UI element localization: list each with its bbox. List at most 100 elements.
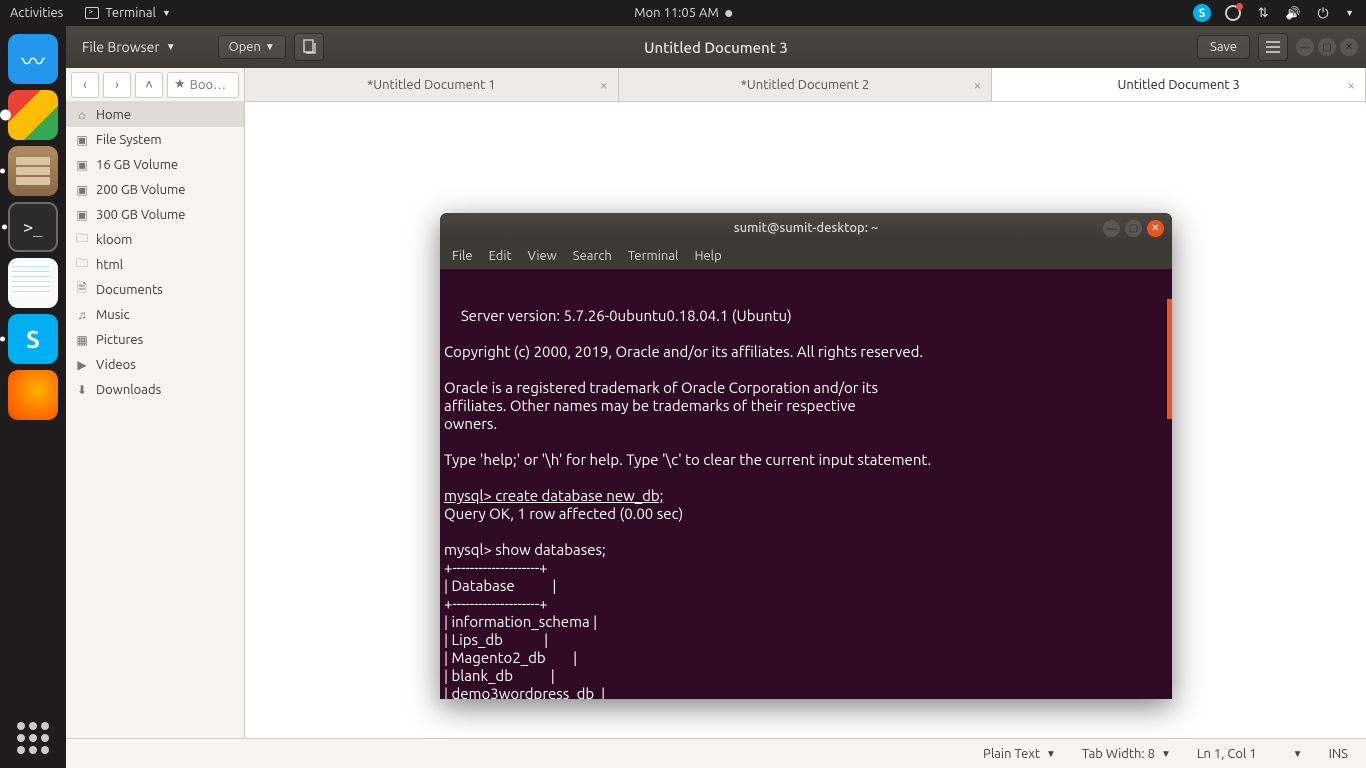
- side-item-16-gb-volume[interactable]: ▣16 GB Volume: [66, 152, 244, 177]
- download-icon: ⬇: [74, 382, 90, 398]
- network-tray-icon[interactable]: [1255, 5, 1271, 21]
- open-button[interactable]: Open▼: [218, 35, 286, 59]
- dock-docker[interactable]: 〰: [8, 34, 58, 84]
- dock-files[interactable]: [8, 146, 58, 196]
- new-document-button[interactable]: [294, 33, 324, 61]
- side-panel: ‹ › ˄ ★ Boo… ⌂Home▣File System▣16 GB Vol…: [66, 68, 245, 738]
- dock-text-editor[interactable]: [8, 258, 58, 308]
- side-item-label: kloom: [96, 233, 132, 247]
- side-item-downloads[interactable]: ⬇ Downloads: [66, 377, 244, 402]
- terminal-menu-help[interactable]: Help: [694, 249, 721, 263]
- maximize-button[interactable]: ▢: [1318, 38, 1336, 56]
- tab-close-icon[interactable]: ×: [1347, 77, 1355, 93]
- notification-dot-icon: [725, 10, 732, 17]
- terminal-indicator-icon: [85, 7, 99, 19]
- side-item-documents[interactable]: 🗎Documents: [66, 277, 244, 302]
- chevron-down-icon: ▼: [265, 41, 275, 53]
- tab-bar: *Untitled Document 1×*Untitled Document …: [245, 68, 1366, 102]
- app-menu-chevron-icon[interactable]: ▼: [162, 8, 171, 18]
- terminal-close-button[interactable]: ✕: [1147, 220, 1164, 237]
- tab[interactable]: *Untitled Document 1×: [245, 68, 619, 101]
- tab-label: *Untitled Document 2: [741, 78, 870, 92]
- clock[interactable]: Mon 11:05 AM: [634, 6, 719, 20]
- terminal-body[interactable]: Server version: 5.7.26-0ubuntu0.18.04.1 …: [440, 269, 1172, 699]
- side-item-videos[interactable]: ▶Videos: [66, 352, 244, 377]
- close-button[interactable]: ✕: [1340, 38, 1358, 56]
- tab-label: Untitled Document 3: [1118, 78, 1240, 92]
- pic-icon: ▦: [74, 332, 90, 348]
- tab-close-icon[interactable]: ×: [600, 77, 608, 93]
- terminal-menu-view[interactable]: View: [528, 249, 557, 263]
- terminal-titlebar[interactable]: sumit@sumit-desktop: ~ — ▢ ✕: [440, 213, 1172, 243]
- gedit-headerbar: File Browser ▼ Open▼ Untitled Document 3…: [66, 26, 1366, 68]
- side-item-label: 16 GB Volume: [96, 158, 178, 172]
- side-item-label: Documents: [96, 283, 163, 297]
- tab[interactable]: Untitled Document 3 ×: [992, 68, 1366, 101]
- terminal-menu-terminal[interactable]: Terminal: [628, 249, 679, 263]
- top-panel: Activities Terminal ▼ Mon 11:05 AM S ▼: [0, 0, 1366, 26]
- side-item-kloom[interactable]: 🗀kloom: [66, 227, 244, 252]
- terminal-menu-edit[interactable]: Edit: [489, 249, 512, 263]
- side-item-label: File System: [96, 133, 162, 147]
- save-button[interactable]: Save: [1197, 35, 1250, 59]
- side-item-label: 200 GB Volume: [96, 183, 185, 197]
- system-menu-chevron-icon[interactable]: ▼: [1345, 8, 1354, 18]
- side-item-label: Pictures: [96, 333, 143, 347]
- chevron-down-icon: ▼: [166, 41, 176, 53]
- folder-icon: 🗀: [74, 257, 90, 273]
- activities-button[interactable]: Activities: [10, 6, 63, 20]
- side-item-label: Music: [96, 308, 130, 322]
- dock-chrome[interactable]: [8, 90, 58, 140]
- side-item-label: Home: [96, 108, 131, 122]
- active-app-label[interactable]: Terminal: [105, 6, 156, 20]
- hamburger-icon: [1266, 41, 1280, 53]
- disk-icon: ▣: [74, 182, 90, 198]
- nav-back-button[interactable]: ‹: [71, 72, 99, 98]
- side-item-pictures[interactable]: ▦ Pictures: [66, 327, 244, 352]
- disk-icon: ▣: [74, 207, 90, 223]
- terminal-maximize-button[interactable]: ▢: [1125, 220, 1142, 237]
- tab-close-icon[interactable]: ×: [973, 77, 981, 93]
- side-item-300-gb-volume[interactable]: ▣ 300 GB Volume: [66, 202, 244, 227]
- file-browser-toggle[interactable]: File Browser ▼: [74, 39, 184, 55]
- terminal-menubar: File Edit View Search Terminal Help: [440, 243, 1172, 269]
- music-icon: ♫: [74, 307, 90, 323]
- nav-up-button[interactable]: ˄: [135, 72, 163, 98]
- side-toolbar: ‹ › ˄ ★ Boo…: [66, 68, 244, 102]
- tab[interactable]: *Untitled Document 2 ×: [619, 68, 993, 101]
- star-icon: ★: [174, 77, 186, 92]
- insert-mode[interactable]: INS: [1329, 747, 1348, 761]
- terminal-window: sumit@sumit-desktop: ~ — ▢ ✕ File Edit Vie…: [440, 213, 1172, 699]
- side-file-list: ⌂Home▣File System▣16 GB Volume▣200 GB Vo…: [66, 102, 244, 738]
- side-item-label: 300 GB Volume: [96, 208, 185, 222]
- video-icon: ▶: [74, 357, 90, 373]
- show-applications-button[interactable]: [17, 722, 49, 754]
- skype-tray-icon[interactable]: S: [1193, 4, 1211, 22]
- bookmark-dropdown[interactable]: ★ Boo…: [167, 72, 239, 98]
- side-item-home[interactable]: ⌂Home: [66, 102, 244, 127]
- minimize-button[interactable]: —: [1296, 38, 1314, 56]
- side-item-file-system[interactable]: ▣File System: [66, 127, 244, 152]
- terminal-menu-search[interactable]: Search: [573, 249, 612, 263]
- volume-tray-icon[interactable]: [1285, 5, 1301, 21]
- side-item-music[interactable]: ♫ Music: [66, 302, 244, 327]
- side-item-html[interactable]: 🗀 html: [66, 252, 244, 277]
- nav-forward-button[interactable]: ›: [103, 72, 131, 98]
- terminal-menu-file[interactable]: File: [452, 249, 473, 263]
- side-item-label: html: [96, 258, 123, 272]
- status-bar: Plain Text▼ Tab Width: 8▼ Ln 1, Col 1▼ I…: [66, 738, 1366, 768]
- side-item-200-gb-volume[interactable]: ▣ 200 GB Volume: [66, 177, 244, 202]
- dock-firefox[interactable]: [8, 370, 58, 420]
- terminal-minimize-button[interactable]: —: [1103, 220, 1120, 237]
- cursor-position[interactable]: Ln 1, Col 1▼: [1197, 747, 1303, 761]
- syntax-selector[interactable]: Plain Text▼: [983, 747, 1056, 761]
- hamburger-menu-button[interactable]: [1258, 33, 1288, 61]
- scrollbar-thumb[interactable]: [1167, 299, 1172, 419]
- dock-skype[interactable]: S: [8, 314, 58, 364]
- update-tray-icon[interactable]: [1225, 5, 1241, 21]
- dock-terminal[interactable]: [8, 202, 58, 252]
- power-tray-icon[interactable]: [1315, 5, 1331, 21]
- terminal-title: sumit@sumit-desktop: ~: [734, 221, 879, 235]
- tab-width-selector[interactable]: Tab Width: 8▼: [1082, 747, 1171, 761]
- side-item-label: Downloads: [96, 383, 161, 397]
